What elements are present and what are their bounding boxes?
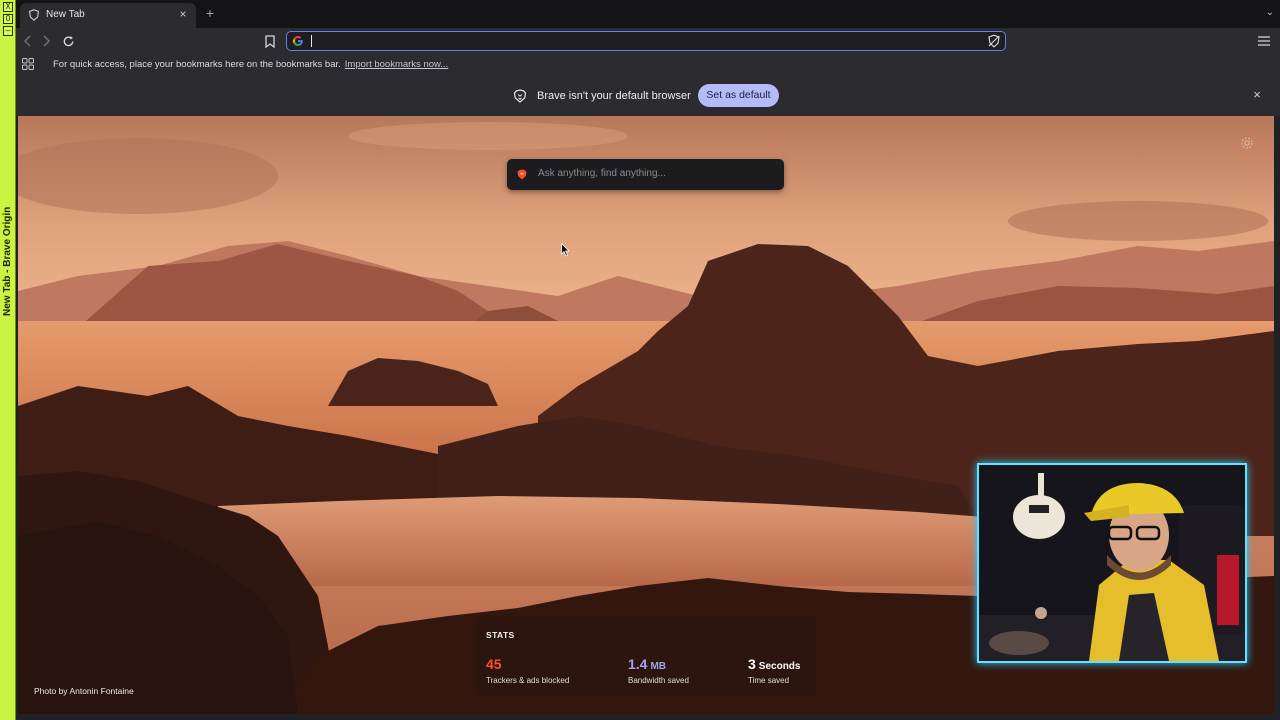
hamburger-icon [1258,36,1270,46]
bookmarks-bar: For quick access, place your bookmarks h… [16,54,1280,76]
bookmarks-bar-hint: For quick access, place your bookmarks h… [53,59,448,70]
stats-widget: STATS 45 Trackers & ads blocked 1.4 MB Ba… [476,616,816,696]
bookmark-button[interactable] [262,33,278,49]
webcam-streamer-image [979,465,1245,661]
time-unit: Seconds [758,661,801,672]
stat-time: 3 Seconds Time saved [748,656,800,685]
apps-grid-icon[interactable] [22,58,34,70]
ask-search-box[interactable]: Ask anything, find anything... [507,159,784,190]
stats-title: STATS [486,630,515,640]
reload-button[interactable] [60,33,76,49]
reload-icon [63,35,73,46]
brave-shields-icon[interactable] [987,34,1001,48]
text-caret [311,35,312,47]
bandwidth-value: 1.4 [628,656,648,672]
set-as-default-button[interactable]: Set as default [698,84,779,107]
window-title: New Tab - Brave Origin [1,176,15,316]
chevron-right-icon [43,35,50,47]
main-menu-button[interactable] [1256,33,1272,49]
tab-search-chevron-icon[interactable]: ⌄ [1266,7,1274,18]
customize-gear-icon[interactable] [1240,136,1254,150]
infobar-close-icon[interactable]: × [1250,88,1264,102]
wm-minimize-button[interactable]: — [3,26,13,36]
time-value: 3 [748,656,756,672]
brave-shield-icon [28,9,40,21]
back-button[interactable] [20,33,36,49]
default-browser-infobar: Brave isn't your default browser Set as … [16,76,1280,116]
new-tab-button[interactable]: + [202,6,218,20]
bandwidth-label: Bandwidth saved [628,676,689,685]
ask-placeholder: Ask anything, find anything... [538,168,666,179]
bandwidth-unit: MB [650,661,667,672]
tab-strip: New Tab × + ⌄ [16,0,1280,28]
window-manager-strip: X O — New Tab - Brave Origin [0,0,16,720]
google-icon [293,36,303,46]
toolbar [16,28,1280,54]
tab-title: New Tab [46,9,85,20]
import-bookmarks-link[interactable]: Import bookmarks now... [345,59,448,70]
tab-close-icon[interactable]: × [176,7,190,21]
chevron-left-icon [24,35,31,47]
wm-maximize-button[interactable]: O [3,14,13,24]
webcam-overlay [977,463,1247,663]
brave-lion-icon [513,89,527,103]
photo-credit[interactable]: Photo by Antonin Fontaine [34,686,134,696]
address-input[interactable] [309,33,969,49]
forward-button[interactable] [38,33,54,49]
infobar-message: Brave isn't your default browser [537,90,691,102]
trackers-label: Trackers & ads blocked [486,676,570,685]
stat-trackers: 45 Trackers & ads blocked [486,656,569,685]
stat-bandwidth: 1.4 MB Bandwidth saved [628,656,689,685]
wm-close-button[interactable]: X [3,2,13,12]
window-title-text: New Tab - Brave Origin [2,206,13,316]
brave-lion-icon [517,169,527,180]
bookmarks-message: For quick access, place your bookmarks h… [53,59,341,70]
mouse-cursor-icon [561,243,570,257]
address-bar[interactable] [286,31,1006,51]
tab-new-tab[interactable]: New Tab × [20,3,196,28]
time-label: Time saved [748,676,790,685]
bookmark-icon [265,34,275,48]
trackers-value: 45 [486,656,502,672]
